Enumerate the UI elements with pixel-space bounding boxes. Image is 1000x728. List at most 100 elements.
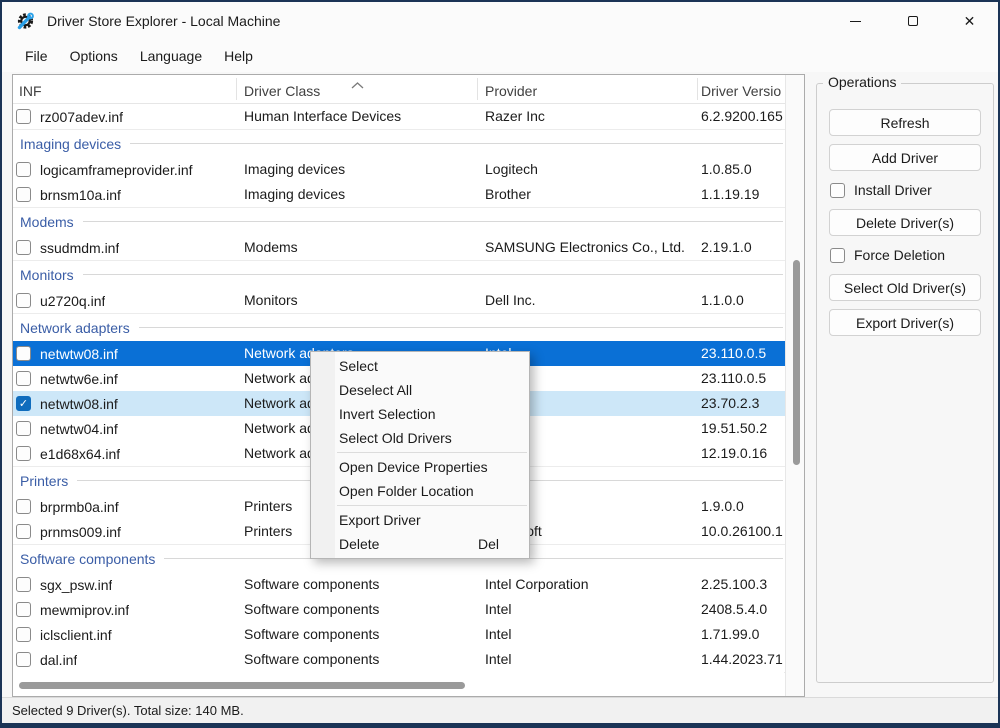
close-button[interactable]: ✕: [941, 2, 998, 40]
context-menu-item-export-driver[interactable]: Export Driver: [311, 508, 529, 532]
driver-group-row[interactable]: Monitors: [13, 260, 785, 288]
row-checkbox[interactable]: [16, 162, 31, 177]
row-checkbox[interactable]: [16, 446, 31, 461]
column-header-provider[interactable]: Provider: [485, 75, 690, 104]
context-menu-item-delete[interactable]: Delete Del: [311, 532, 529, 556]
row-checkbox[interactable]: [16, 652, 31, 667]
context-menu: Select Deselect All Invert Selection Select…: [310, 351, 530, 559]
vertical-scrollbar[interactable]: [785, 75, 804, 696]
vertical-scroll-thumb[interactable]: [793, 260, 800, 465]
driver-group-row[interactable]: Modems: [13, 207, 785, 235]
driver-version-cell: 2.25.100.3: [701, 576, 768, 592]
group-divider-line: [82, 274, 783, 275]
export-driver-s-button[interactable]: Export Driver(s): [829, 309, 981, 336]
menubar-item-options[interactable]: Options: [59, 43, 129, 69]
menubar-item-help[interactable]: Help: [213, 43, 264, 69]
row-checkbox[interactable]: [16, 371, 31, 386]
group-label: Network adapters: [20, 319, 130, 336]
context-menu-item-select-old-drivers[interactable]: Select Old Drivers: [311, 426, 529, 450]
group-divider-line: [82, 221, 783, 222]
driver-row[interactable]: dal.inf Software components Intel 1.44.2023…: [13, 647, 785, 672]
menubar-item-language[interactable]: Language: [129, 43, 213, 69]
operations-panel: Operations Refresh Add Driver Install Driv…: [816, 74, 994, 683]
maximize-button[interactable]: [884, 2, 941, 40]
menu-item-label: Select: [339, 358, 378, 374]
driver-row[interactable]: ssudmdm.inf Modems SAMSUNG Electronics Co.…: [13, 235, 785, 260]
menu-item-label: Open Folder Location: [339, 483, 474, 499]
driver-class-cell: Monitors: [244, 292, 298, 308]
driver-provider-cell: Intel: [485, 651, 512, 667]
force-deletion-checkbox-row[interactable]: Force Deletion: [830, 247, 993, 263]
driver-class-cell: Modems: [244, 239, 298, 255]
row-checkbox[interactable]: [16, 627, 31, 642]
driver-row[interactable]: logicamframeprovider.inf Imaging devices L…: [13, 157, 785, 182]
driver-row[interactable]: u2720q.inf Monitors Dell Inc. 1.1.0.0: [13, 288, 785, 313]
force-deletion-checkbox[interactable]: [830, 247, 845, 263]
driver-row[interactable]: sgx_psw.inf Software components Intel Corp…: [13, 572, 785, 597]
row-checkbox[interactable]: [16, 577, 31, 592]
driver-provider-cell: Intel: [485, 626, 512, 642]
driver-inf-name: iclsclient.inf: [40, 626, 112, 643]
row-checkbox[interactable]: [16, 602, 31, 617]
driver-inf-name: netwtw08.inf: [40, 345, 118, 362]
row-checkbox[interactable]: [16, 293, 31, 308]
menu-item-label: Open Device Properties: [339, 459, 488, 475]
operations-title: Operations: [823, 74, 902, 90]
driver-version-cell: 23.110.0.5: [701, 345, 767, 361]
driver-version-cell: 2.19.1.0: [701, 239, 752, 255]
context-menu-item-deselect-all[interactable]: Deselect All: [311, 378, 529, 402]
add-driver-button[interactable]: Add Driver: [829, 144, 981, 171]
menu-item-shortcut: Del: [477, 536, 499, 552]
driver-provider-cell: Razer Inc: [485, 108, 545, 124]
column-header-inf[interactable]: INF: [19, 75, 229, 104]
row-checkbox[interactable]: ✓: [16, 396, 31, 411]
delete-driver-s-button[interactable]: Delete Driver(s): [829, 209, 981, 236]
menu-item-label: Select Old Drivers: [339, 430, 452, 446]
refresh-button[interactable]: Refresh: [829, 109, 981, 136]
context-menu-item-invert-selection[interactable]: Invert Selection: [311, 402, 529, 426]
driver-version-cell: 19.51.50.2: [701, 420, 768, 436]
horizontal-scroll-thumb[interactable]: [19, 682, 465, 689]
row-checkbox[interactable]: [16, 346, 31, 361]
driver-group-row[interactable]: Imaging devices: [13, 129, 785, 157]
context-menu-item-open-device-properties[interactable]: Open Device Properties: [311, 455, 529, 479]
menu-item-label: Deselect All: [339, 382, 413, 398]
row-checkbox[interactable]: [16, 524, 31, 539]
column-separator: [477, 78, 478, 100]
install-driver-checkbox-row[interactable]: Install Driver: [830, 182, 993, 198]
row-checkbox[interactable]: [16, 499, 31, 514]
menubar-item-file[interactable]: File: [14, 43, 59, 69]
row-checkbox[interactable]: [16, 421, 31, 436]
context-menu-item-open-folder-location[interactable]: Open Folder Location: [311, 479, 529, 503]
menu-item-label: Invert Selection: [339, 406, 436, 422]
driver-inf-name: brprmb0a.inf: [40, 498, 119, 515]
table-header: INF Driver Class Provider Driver Versio: [13, 75, 785, 104]
window-title: Driver Store Explorer - Local Machine: [47, 13, 281, 29]
sort-ascending-icon: [351, 76, 364, 94]
group-divider-line: [130, 143, 783, 144]
row-checkbox[interactable]: [16, 187, 31, 202]
driver-row[interactable]: iclsclient.inf Software components Intel 1.…: [13, 622, 785, 647]
context-menu-item-select[interactable]: Select: [311, 354, 529, 378]
driver-inf-name: rz007adev.inf: [40, 108, 124, 125]
driver-row[interactable]: rz007adev.inf Human Interface Devices Raze…: [13, 104, 785, 129]
driver-row[interactable]: mewmiprov.inf Software components Intel 240…: [13, 597, 785, 622]
driver-group-row[interactable]: Network adapters: [13, 313, 785, 341]
group-divider-line: [138, 327, 783, 328]
group-label: Modems: [20, 213, 74, 230]
group-label: Monitors: [20, 266, 74, 283]
horizontal-scrollbar[interactable]: [13, 672, 784, 696]
minimize-button[interactable]: [827, 2, 884, 40]
driver-class-cell: Software components: [244, 576, 380, 592]
row-checkbox[interactable]: [16, 109, 31, 124]
driver-row[interactable]: brnsm10a.inf Imaging devices Brother 1.1.19…: [13, 182, 785, 207]
row-checkbox[interactable]: [16, 240, 31, 255]
install-driver-checkbox[interactable]: [830, 182, 845, 198]
column-header-driver-versio[interactable]: Driver Versio: [701, 75, 785, 104]
driver-version-cell: 12.19.0.16: [701, 445, 768, 461]
driver-inf-name: brnsm10a.inf: [40, 186, 121, 203]
select-old-driver-s-button[interactable]: Select Old Driver(s): [829, 274, 981, 301]
driver-class-cell: Software components: [244, 651, 380, 667]
driver-class-cell: Imaging devices: [244, 161, 346, 177]
driver-inf-name: netwtw08.inf: [40, 395, 118, 412]
